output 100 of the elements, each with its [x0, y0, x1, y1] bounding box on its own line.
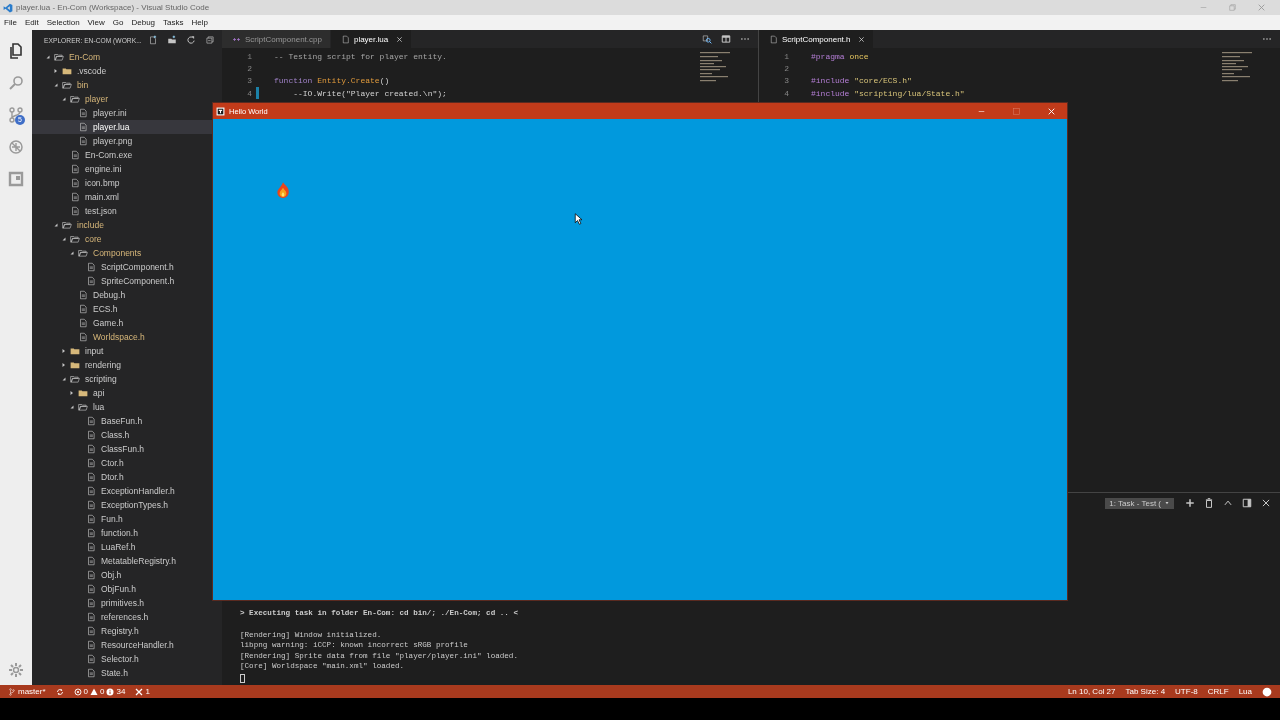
file-row[interactable]: player.lua	[32, 120, 213, 134]
language-mode[interactable]: Lua	[1238, 687, 1252, 696]
error-count[interactable]: 0	[83, 687, 88, 696]
collapse-all-icon[interactable]	[204, 35, 215, 45]
tab-label: ScriptComponent.cpp	[245, 34, 322, 44]
file-row[interactable]: engine.ini	[32, 162, 213, 176]
cursor-position[interactable]: Ln 10, Col 27	[1067, 687, 1116, 696]
file-row[interactable]: ScriptComponent.h	[32, 260, 213, 274]
folder-row[interactable]: include	[32, 218, 213, 232]
line-number: 4	[783, 88, 789, 98]
file-row[interactable]: BaseFun.h	[32, 414, 213, 428]
file-row[interactable]: references.h	[32, 610, 213, 624]
warning-count[interactable]: 0	[100, 687, 105, 696]
file-row[interactable]: Game.h	[32, 316, 213, 330]
file-row[interactable]: ObjFun.h	[32, 582, 213, 596]
folder-row[interactable]: En-Com	[32, 50, 213, 64]
file-row[interactable]: Fun.h	[32, 512, 213, 526]
folder-row[interactable]: core	[32, 232, 213, 246]
file-row[interactable]: LuaRef.h	[32, 540, 213, 554]
split-editor-icon[interactable]	[721, 34, 731, 44]
open-changes-icon[interactable]	[702, 34, 712, 44]
line-ending[interactable]: CRLF	[1207, 687, 1229, 696]
file-row[interactable]: player.png	[32, 134, 213, 148]
file-icon	[70, 206, 80, 216]
file-icon	[70, 178, 80, 188]
folder-row[interactable]: Components	[32, 246, 213, 260]
file-row[interactable]: MetatableRegistry.h	[32, 554, 213, 568]
terminal-dropdown[interactable]: 1: Task - Test (	[1105, 497, 1174, 509]
file-row[interactable]: main.xml	[32, 190, 213, 204]
new-folder-icon[interactable]	[166, 35, 177, 45]
add-icon[interactable]	[1185, 498, 1195, 508]
refresh-icon[interactable]	[185, 35, 196, 45]
file-icon	[78, 290, 88, 300]
window-title: player.lua - En-Com (Workspace) - Visual Studio Code	[16, 3, 210, 12]
folder-row[interactable]: scripting	[32, 372, 213, 386]
close-icon[interactable]	[1261, 498, 1271, 508]
file-icon	[86, 262, 96, 272]
file-row[interactable]: Ctor.h	[32, 456, 213, 470]
file-row[interactable]: player.ini	[32, 106, 213, 120]
branch-name[interactable]: master*	[18, 687, 46, 696]
menu-item[interactable]: Tasks	[163, 18, 184, 27]
file-row[interactable]: Worldspace.h	[32, 330, 213, 344]
menu-item[interactable]: Help	[191, 18, 208, 27]
file-row[interactable]: State.h	[32, 666, 213, 680]
file-row[interactable]: Debug.h	[32, 288, 213, 302]
file-row[interactable]: ExceptionTypes.h	[32, 498, 213, 512]
file-icon	[86, 458, 96, 468]
error-icon	[73, 687, 82, 696]
editor-tab[interactable]: ScriptComponent.h	[759, 30, 875, 48]
new-file-icon[interactable]	[147, 35, 158, 45]
file-row[interactable]: ClassFun.h	[32, 442, 213, 456]
menu-item[interactable]: View	[87, 18, 105, 27]
menu-item[interactable]: Edit	[24, 18, 39, 27]
folder-row[interactable]: lua	[32, 400, 213, 414]
info-count[interactable]: 34	[116, 687, 126, 696]
file-icon	[78, 136, 88, 146]
folder-row[interactable]: rendering	[32, 358, 213, 372]
expanded-arrow-icon	[68, 403, 76, 411]
file-row[interactable]: Class.h	[32, 428, 213, 442]
file-row[interactable]: Selector.h	[32, 652, 213, 666]
indentation[interactable]: Tab Size: 4	[1125, 687, 1166, 696]
editor-tab[interactable]: ScriptComponent.cpp	[222, 30, 331, 48]
encoding[interactable]: UTF-8	[1175, 687, 1198, 696]
menu-item[interactable]: Selection	[46, 18, 80, 27]
trash-icon[interactable]	[1204, 498, 1214, 508]
feedback-icon[interactable]	[1262, 686, 1272, 697]
task-count[interactable]: 1	[145, 687, 150, 696]
file-row[interactable]: ECS.h	[32, 302, 213, 316]
folder-row[interactable]: bin	[32, 78, 213, 92]
file-row[interactable]: icon.bmp	[32, 176, 213, 190]
file-row[interactable]: ResourceHandler.h	[32, 638, 213, 652]
editor-tab[interactable]: player.lua	[330, 30, 413, 48]
menu-item[interactable]: Debug	[131, 18, 156, 27]
file-row[interactable]: test.json	[32, 204, 213, 218]
open-folder-icon	[70, 94, 80, 104]
file-row[interactable]: Obj.h	[32, 568, 213, 582]
file-row[interactable]: ExceptionHandler.h	[32, 484, 213, 498]
file-row[interactable]: En-Com.exe	[32, 148, 213, 162]
panel-layout-icon[interactable]	[1242, 498, 1252, 508]
chevron-up-icon[interactable]	[1223, 498, 1233, 508]
code-line: function Entity.Create()	[274, 76, 390, 86]
line-number: 1	[246, 51, 252, 61]
file-row[interactable]: function.h	[32, 526, 213, 540]
line-number: 1	[783, 51, 789, 61]
file-row[interactable]: SpriteComponent.h	[32, 274, 213, 288]
folder-row[interactable]: input	[32, 344, 213, 358]
file-icon	[78, 122, 88, 132]
open-folder-icon	[62, 80, 72, 90]
menu-item[interactable]: File	[4, 18, 17, 27]
file-row[interactable]: primitives.h	[32, 596, 213, 610]
file-icon	[86, 528, 96, 538]
file-row[interactable]: Registry.h	[32, 624, 213, 638]
open-folder-icon	[54, 52, 64, 62]
explorer-icon	[8, 43, 24, 59]
folder-row[interactable]: .vscode	[32, 64, 213, 78]
file-icon	[86, 598, 96, 608]
file-row[interactable]: Dtor.h	[32, 470, 213, 484]
folder-row[interactable]: api	[32, 386, 213, 400]
folder-row[interactable]: player	[32, 92, 213, 106]
menu-item[interactable]: Go	[112, 18, 124, 27]
